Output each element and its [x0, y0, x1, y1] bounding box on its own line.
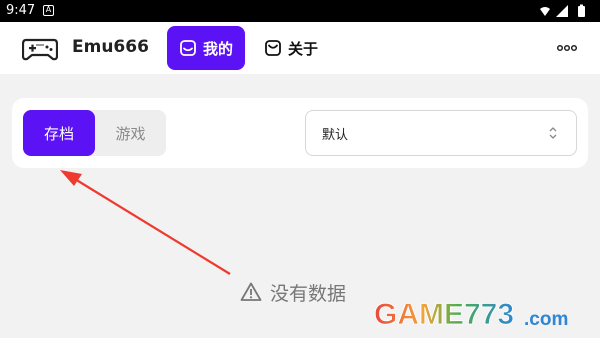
app-header: Emu666 我的 关于 [0, 22, 600, 74]
status-time: 9:47 [6, 3, 36, 18]
filter-card: 存档 游戏 默认 [12, 98, 588, 168]
gamepad-icon [22, 38, 58, 61]
sort-select-value: 默认 [322, 128, 349, 143]
notification-icon: A [43, 5, 54, 16]
empty-state-text: 没有数据 [270, 282, 347, 305]
sort-select[interactable]: 默认 [305, 110, 577, 156]
about-icon [265, 40, 281, 56]
app-title: Emu666 [72, 37, 149, 57]
tab-about[interactable]: 关于 [258, 26, 336, 70]
watermark-suffix: .com [524, 309, 568, 330]
watermark-logo: GAME773 .com [374, 298, 569, 332]
segment-saves[interactable]: 存档 [23, 110, 95, 156]
segment-games[interactable]: 游戏 [95, 110, 166, 156]
signal-icon [556, 5, 568, 17]
more-dots-icon[interactable] [556, 44, 578, 52]
category-segmented-control: 存档 游戏 [23, 110, 166, 156]
system-status-icons [540, 4, 585, 17]
watermark-text: GAME773 [374, 298, 514, 331]
chevron-updown-icon [549, 127, 557, 139]
warning-icon [240, 282, 262, 301]
battery-icon [578, 4, 585, 17]
wifi-icon [540, 7, 550, 16]
inbox-icon [180, 40, 196, 56]
tab-mine[interactable]: 我的 [167, 26, 245, 70]
tab-mine-label: 我的 [202, 39, 233, 58]
status-bar: 9:47 A [0, 0, 600, 22]
tab-about-label: 关于 [288, 39, 319, 58]
empty-state: 没有数据 [240, 278, 346, 306]
